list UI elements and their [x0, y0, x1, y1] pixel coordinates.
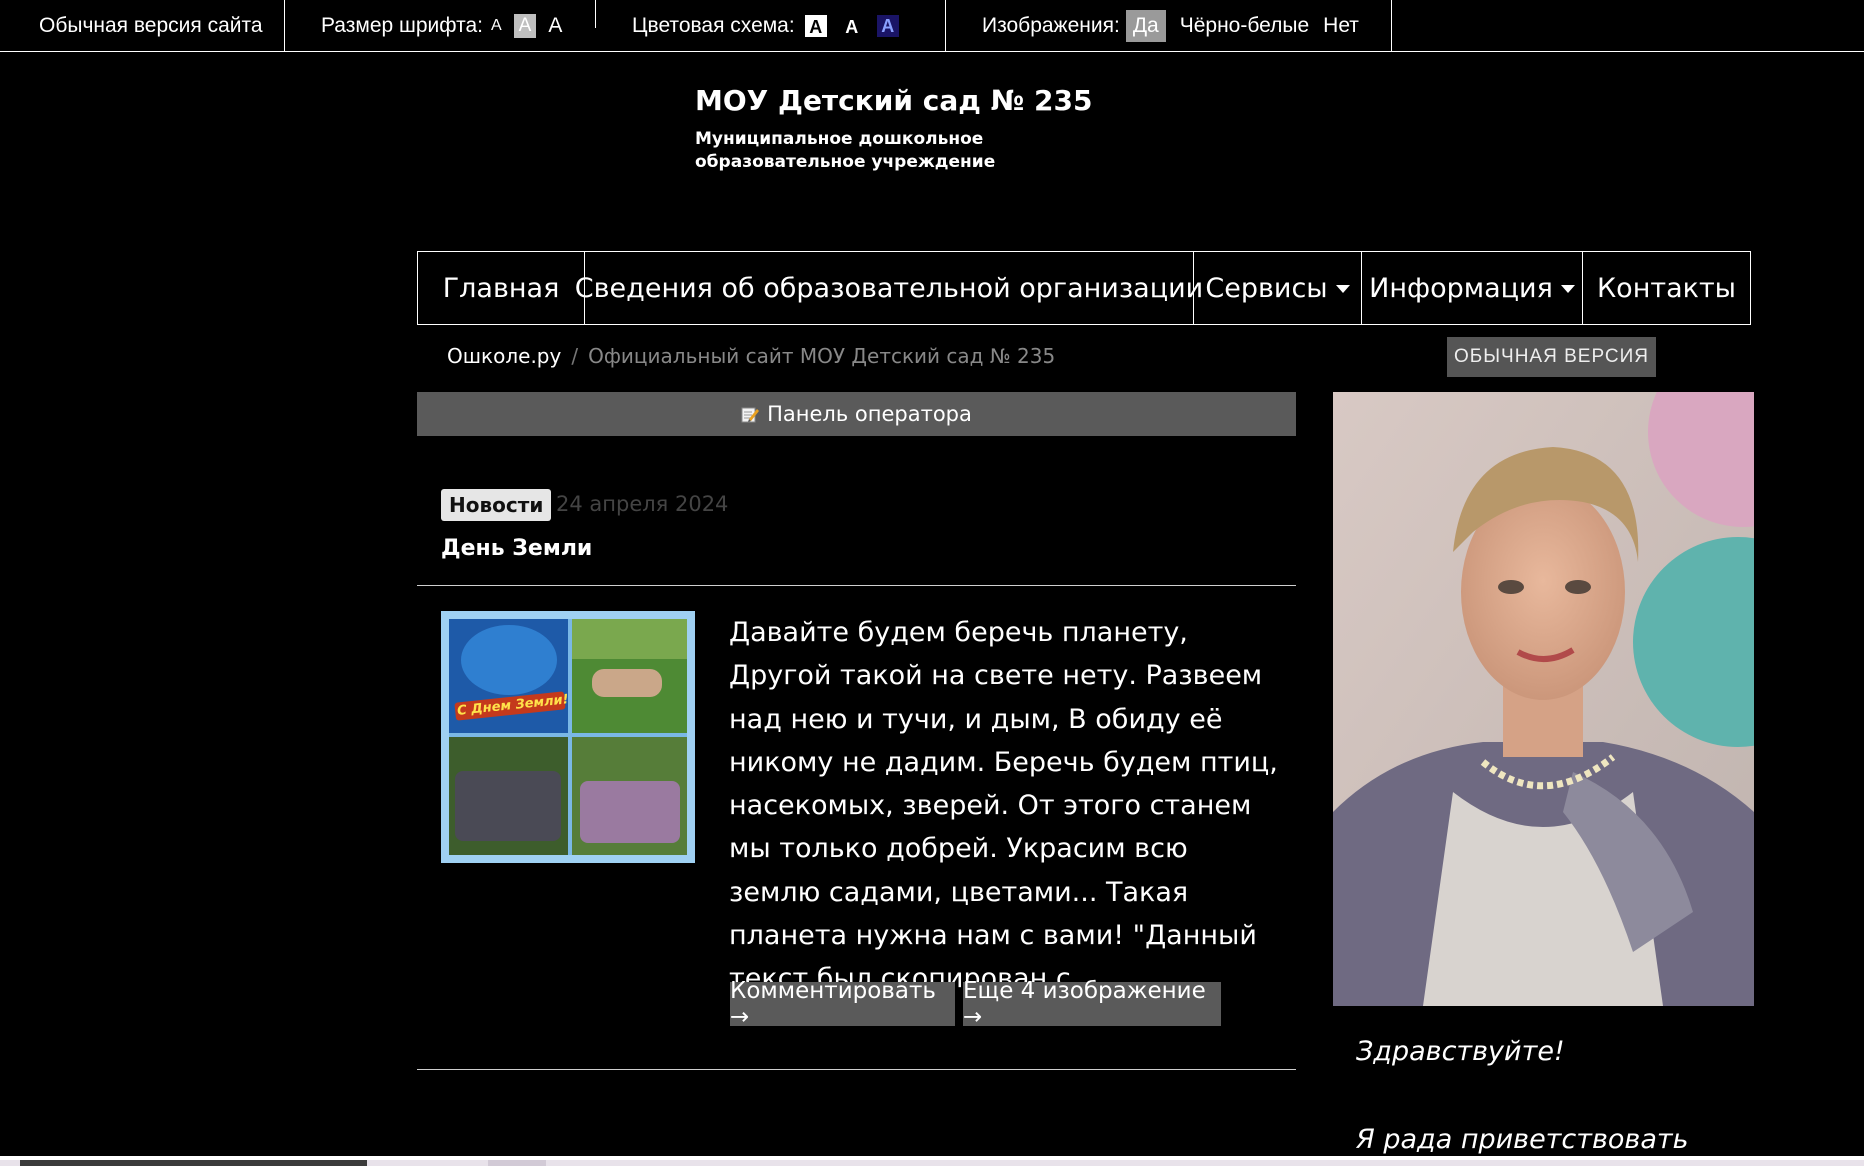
nav-item-about[interactable]: Сведения об образовательной организации: [575, 251, 1203, 325]
divider: [284, 0, 285, 52]
images-no-button[interactable]: Нет: [1323, 14, 1359, 38]
nav-item-label: Контакты: [1597, 272, 1736, 304]
font-size-label: Размер шрифта:: [321, 14, 483, 37]
site-subtitle: Муниципальное дошкольное образовательное…: [695, 129, 996, 172]
color-scheme-blue-button[interactable]: A: [876, 15, 899, 37]
nav-item-contacts[interactable]: Контакты: [1582, 251, 1751, 325]
images-control: Изображения: Да Чёрно-белые Нет: [982, 0, 1359, 52]
color-scheme-label: Цветовая схема:: [632, 14, 795, 37]
nav-item-label: Сервисы: [1205, 272, 1328, 304]
caret-down-icon: [1560, 285, 1575, 293]
breadcrumb: Ошколе.ру / Официальный сайт МОУ Детский…: [447, 344, 1055, 368]
font-size-control: Размер шрифта: A A A: [321, 0, 562, 52]
normal-version-label[interactable]: Обычная версия сайта: [39, 14, 263, 38]
breadcrumb-home-link[interactable]: Ошколе.ру: [447, 344, 561, 368]
scrollbar-thumb[interactable]: [20, 1160, 367, 1166]
divider: [595, 0, 596, 28]
divider: [417, 585, 1296, 586]
news-title[interactable]: День Земли: [441, 536, 592, 561]
director-photo: [1333, 392, 1754, 1006]
nav-item-services[interactable]: Сервисы: [1193, 251, 1362, 325]
thumbnail-photo: [572, 737, 687, 855]
nav-item-label: Информация: [1369, 272, 1553, 304]
operator-panel-button[interactable]: Панель оператора: [417, 392, 1296, 436]
welcome-text: Я рада приветствовать: [1356, 1124, 1689, 1155]
nav-item-label: Главная: [442, 272, 560, 304]
color-scheme-control: Цветовая схема: A A A: [632, 0, 899, 52]
comment-button[interactable]: Комментировать →: [730, 978, 955, 1030]
nav-item-home[interactable]: Главная: [417, 251, 585, 325]
images-bw-button[interactable]: Чёрно-белые: [1180, 14, 1309, 38]
nav-item-label: Сведения об образовательной организации: [574, 272, 1204, 304]
main-nav: Главная Сведения об образовательной орга…: [417, 251, 1751, 325]
breadcrumb-separator: /: [571, 344, 579, 368]
thumbnail-photo: [449, 737, 568, 855]
thumbnail-earth-banner: С Днем Земли!: [449, 619, 569, 733]
site-title[interactable]: МОУ Детский сад № 235: [695, 84, 1092, 117]
breadcrumb-current: Официальный сайт МОУ Детский сад № 235: [588, 344, 1056, 368]
font-size-medium-button[interactable]: A: [513, 14, 537, 38]
images-yes-button[interactable]: Да: [1125, 10, 1166, 42]
news-date: 24 апреля 2024: [556, 492, 729, 516]
news-category-badge[interactable]: Новости: [441, 489, 552, 521]
portrait-image: [1333, 392, 1754, 1006]
divider: [417, 1069, 1296, 1070]
divider: [1391, 0, 1392, 52]
more-images-button[interactable]: Еще 4 изображение →: [963, 978, 1221, 1030]
thumbnail-photo: [572, 619, 687, 733]
divider: [945, 0, 946, 52]
edit-icon: [741, 407, 760, 423]
color-scheme-white-button[interactable]: A: [804, 15, 827, 37]
color-scheme-black-button[interactable]: A: [840, 15, 863, 37]
accessibility-bar: Обычная версия сайта Размер шрифта: A A …: [0, 0, 1864, 52]
greeting-text: Здравствуйте!: [1356, 1036, 1565, 1067]
operator-panel-label: Панель оператора: [767, 402, 972, 426]
caret-down-icon: [1335, 285, 1350, 293]
font-size-large-button[interactable]: A: [548, 14, 562, 38]
normal-version-button[interactable]: ОБЫЧНАЯ ВЕРСИЯ: [1447, 337, 1656, 377]
normal-version-link[interactable]: Обычная версия сайта: [39, 0, 263, 52]
scrollbar-segment: [488, 1160, 546, 1166]
news-excerpt: Давайте будем беречь планету, Другой так…: [729, 617, 1278, 995]
nav-item-information[interactable]: Информация: [1361, 251, 1583, 325]
font-size-small-button[interactable]: A: [491, 17, 502, 35]
images-label: Изображения:: [982, 14, 1120, 37]
news-thumbnail[interactable]: С Днем Земли!: [441, 611, 695, 863]
